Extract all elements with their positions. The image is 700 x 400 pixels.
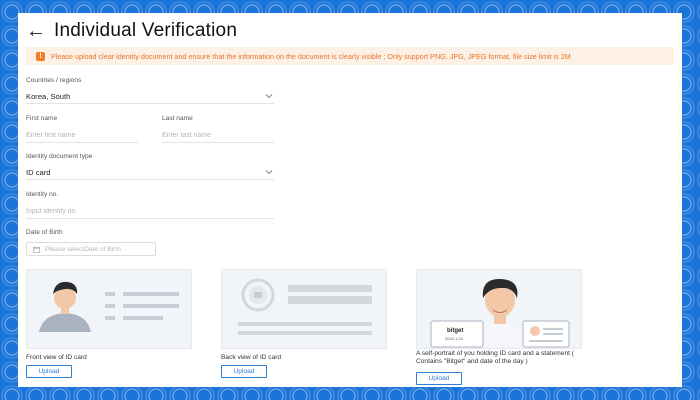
- country-value: Korea, South: [26, 91, 71, 101]
- selfie-card-text: bitget: [447, 328, 463, 334]
- upload-selfie-button[interactable]: Upload: [416, 372, 462, 385]
- upload-notice: ! Please upload clear identity document …: [26, 47, 674, 65]
- front-id-caption: Front view of ID card: [26, 354, 87, 361]
- last-name-input[interactable]: [162, 128, 274, 143]
- identity-no-label: Identity no.: [26, 191, 59, 198]
- country-select[interactable]: Korea, South: [26, 89, 274, 104]
- warning-icon: !: [36, 51, 45, 61]
- back-arrow-icon[interactable]: ←: [26, 21, 46, 41]
- last-name-label: Last name: [162, 115, 193, 122]
- doc-type-label: Identity document type: [26, 153, 93, 160]
- chevron-down-icon: [265, 94, 273, 99]
- dob-placeholder: Please selectDate of Birth: [45, 245, 121, 253]
- back-id-caption: Back view of ID card: [221, 354, 282, 361]
- first-name-input[interactable]: [26, 128, 138, 143]
- upload-front-button[interactable]: Upload: [26, 365, 72, 378]
- notice-text: Please upload clear identity document an…: [51, 51, 571, 61]
- front-id-card-icon: [39, 281, 179, 332]
- selfie-icon: bitget 2023.1.23: [430, 278, 570, 348]
- identity-no-input[interactable]: [26, 204, 274, 219]
- selfie-caption: A self-portrait of you holding ID card a…: [416, 350, 574, 365]
- chevron-down-icon: [265, 170, 273, 175]
- back-id-illustration: [221, 269, 387, 349]
- upload-back-button[interactable]: Upload: [221, 365, 267, 378]
- doc-type-value: ID card: [26, 167, 51, 177]
- selfie-illustration: bitget 2023.1.23: [416, 269, 582, 349]
- selfie-card-date: 2023.1.23: [445, 336, 464, 341]
- page-title: Individual Verification: [54, 20, 238, 41]
- dob-picker[interactable]: Please selectDate of Birth: [26, 242, 156, 256]
- front-id-illustration: [26, 269, 192, 349]
- verification-card: ← Individual Verification ! Please uploa…: [18, 13, 682, 387]
- dob-label: Date of Birth: [26, 229, 63, 236]
- back-id-card-icon: [238, 278, 372, 335]
- country-label: Countries / regions: [26, 77, 82, 84]
- page-header: ← Individual Verification: [26, 17, 237, 45]
- calendar-icon: [33, 245, 40, 253]
- first-name-label: First name: [26, 115, 58, 122]
- doc-type-select[interactable]: ID card: [26, 165, 274, 180]
